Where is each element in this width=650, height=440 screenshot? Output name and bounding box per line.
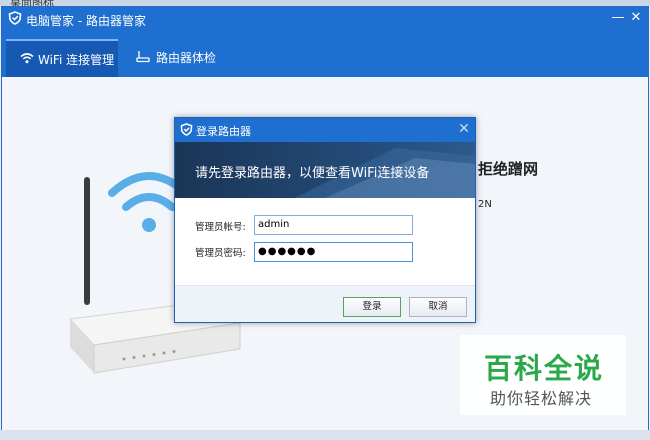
banner-text: 请先登录路由器，以便查看WiFi连接设备 (195, 166, 430, 181)
tab-router-check[interactable]: 路由器体检 (118, 39, 230, 77)
shield-icon (8, 11, 22, 25)
router-model-text: 2N (478, 199, 492, 210)
content-heading: 拒绝蹭网 (478, 160, 539, 178)
tab-label: WiFi 连接管理 (38, 53, 115, 67)
watermark: 百科全说 助你轻松解决 (460, 335, 626, 415)
dialog-close-button[interactable]: ✕ (457, 122, 471, 136)
watermark-subtitle: 助你轻松解决 (490, 389, 593, 408)
close-button[interactable]: ✕ (628, 10, 644, 26)
title-bar: 电脑管家 - 路由器管家 — ✕ (2, 7, 648, 31)
login-dialog: 登录路由器 ✕ 请先登录路由器，以便查看WiFi连接设备 管理员帐号: admi… (174, 117, 476, 323)
username-label: 管理员帐号: (195, 222, 246, 233)
tab-bar: WiFi 连接管理 路由器体检 (2, 31, 648, 77)
router-check-icon (136, 51, 150, 63)
cancel-button[interactable]: 取消 (409, 297, 467, 317)
tab-wifi-management[interactable]: WiFi 连接管理 (6, 39, 118, 77)
tab-label: 路由器体检 (156, 51, 217, 65)
dialog-banner: 请先登录路由器，以便查看WiFi连接设备 (175, 142, 475, 198)
dialog-title-bar: 登录路由器 ✕ (175, 118, 475, 142)
shield-icon (180, 123, 193, 136)
desktop-strip-bottom (0, 430, 650, 440)
wifi-icon (20, 53, 34, 64)
watermark-title: 百科全说 (484, 352, 605, 385)
dialog-title: 登录路由器 (196, 125, 251, 138)
dialog-footer: 登录 取消 (175, 286, 475, 322)
password-field[interactable]: ●●●●●● (254, 242, 413, 262)
password-label: 管理员密码: (195, 248, 246, 259)
login-button[interactable]: 登录 (343, 297, 401, 317)
username-field[interactable]: admin (254, 215, 413, 235)
minimize-button[interactable]: — (610, 10, 626, 26)
window-title: 电脑管家 - 路由器管家 (26, 14, 146, 28)
